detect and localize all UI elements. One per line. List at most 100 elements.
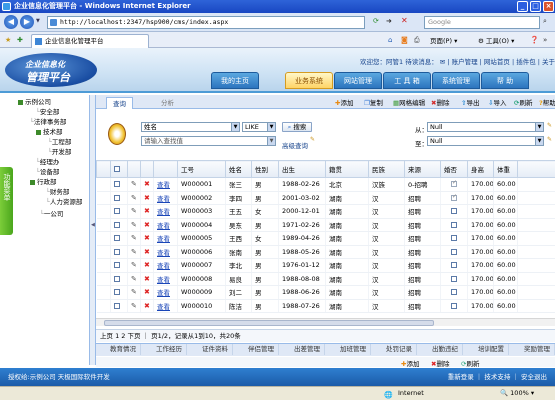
row-checkbox-cell[interactable] <box>111 286 128 300</box>
toolbar-overflow-icon[interactable]: » <box>543 36 547 44</box>
tree-node[interactable]: └财务部 <box>46 186 69 196</box>
row-checkbox[interactable] <box>114 249 120 255</box>
detail-tab[interactable]: 出勤违纪 <box>428 344 463 355</box>
row-checkbox[interactable] <box>114 222 120 228</box>
detail-tab[interactable]: 工作经历 <box>152 344 187 355</box>
grid-header-cell[interactable]: 民族 <box>369 161 405 178</box>
table-row[interactable]: ✎✖查看W000007李北男1976-01-12湖南汉招聘170.0060.00 <box>97 259 555 273</box>
close-button[interactable]: × <box>543 1 554 12</box>
row-view-link[interactable]: 查看 <box>157 181 170 189</box>
edit-pencil-icon[interactable]: ✎ <box>131 288 137 296</box>
tree-node[interactable]: └经理办 <box>36 156 59 166</box>
search-input[interactable]: Google <box>424 16 540 29</box>
horizontal-scrollbar[interactable] <box>96 318 555 326</box>
grid-header-cell[interactable]: 出生 <box>279 161 326 178</box>
home-icon[interactable]: ⌂ <box>388 36 392 44</box>
grid-header-cell[interactable]: 籍贯 <box>326 161 369 178</box>
row-checkbox-cell[interactable] <box>111 191 128 205</box>
edit-pencil-icon[interactable]: ✎ <box>131 302 137 310</box>
row-delete-icon[interactable]: ✖ <box>144 288 150 296</box>
row-view-cell[interactable]: 查看 <box>154 272 178 286</box>
row-view-link[interactable]: 查看 <box>157 195 170 203</box>
row-view-link[interactable]: 查看 <box>157 222 170 230</box>
edit-pencil-icon[interactable]: ✎ <box>131 207 137 215</box>
message-icon[interactable]: ✉ <box>440 58 445 66</box>
row-edit-cell[interactable]: ✎ <box>128 286 141 300</box>
row-view-cell[interactable]: 查看 <box>154 218 178 232</box>
favorites-star-icon[interactable]: ★ <box>5 36 11 44</box>
grid-header-cell[interactable]: 姓名 <box>226 161 252 178</box>
row-view-link[interactable]: 查看 <box>157 249 170 257</box>
tools-menu[interactable]: ⚙ 工具(O) ▾ <box>478 35 514 47</box>
row-delete-cell[interactable]: ✖ <box>141 178 154 192</box>
row-view-cell[interactable]: 查看 <box>154 205 178 219</box>
table-row[interactable]: ✎✖查看W000001张三男1988-02-26北京汉族0-招聘170.0060… <box>97 178 555 192</box>
grid-header-cell[interactable]: 性别 <box>252 161 279 178</box>
add-favorite-icon[interactable]: ✚ <box>17 36 23 44</box>
edit-pencil-icon[interactable]: ✎ <box>131 234 137 242</box>
row-delete-icon[interactable]: ✖ <box>144 234 150 242</box>
row-edit-cell[interactable]: ✎ <box>128 191 141 205</box>
edit-pencil-icon[interactable]: ✎ <box>131 248 137 256</box>
grid-header-cell[interactable] <box>154 161 178 178</box>
forward-arrow-icon[interactable]: ▶ <box>20 15 34 29</box>
table-row[interactable]: ✎✖查看W000002李四男2001-03-02湖南汉招聘170.0060.00 <box>97 191 555 205</box>
home-site-link[interactable]: 网站首页 <box>484 58 510 66</box>
row-delete-icon[interactable]: ✖ <box>144 261 150 269</box>
row-view-link[interactable]: 查看 <box>157 262 170 270</box>
main-tab-system[interactable]: 系统管理 <box>432 72 480 89</box>
stop-icon[interactable]: ✕ <box>401 16 408 25</box>
row-view-cell[interactable]: 查看 <box>154 245 178 259</box>
row-view-cell[interactable]: 查看 <box>154 178 178 192</box>
row-edit-cell[interactable]: ✎ <box>128 299 141 313</box>
row-view-cell[interactable]: 查看 <box>154 299 178 313</box>
row-view-link[interactable]: 查看 <box>157 289 170 297</box>
row-checkbox-cell[interactable] <box>111 272 128 286</box>
select-all-checkbox[interactable] <box>114 166 120 172</box>
row-checkbox-cell[interactable] <box>111 259 128 273</box>
tab-analysis[interactable]: 分析 <box>155 97 180 109</box>
tree-node[interactable]: └法律事务部 <box>30 116 66 126</box>
detail-tab[interactable]: 教育情况 <box>106 344 141 355</box>
main-tab-business[interactable]: 业务系统 <box>285 72 333 89</box>
table-row[interactable]: ✎✖查看W000010陈洁男1988-07-26湖南汉招聘170.0060.00 <box>97 299 555 313</box>
grid-header-cell[interactable]: 来源 <box>405 161 441 178</box>
tree-node[interactable]: └设备部 <box>36 166 59 176</box>
tree-node[interactable]: └开发部 <box>48 146 71 156</box>
row-view-cell[interactable]: 查看 <box>154 232 178 246</box>
row-checkbox-cell[interactable] <box>111 218 128 232</box>
main-tab-home[interactable]: 我的主页 <box>211 72 259 89</box>
about-link[interactable]: 关于 <box>542 58 555 66</box>
scrollbar-thumb[interactable] <box>104 320 434 326</box>
row-checkbox-cell[interactable] <box>111 205 128 219</box>
row-view-link[interactable]: 查看 <box>157 208 170 216</box>
grid-header-cell[interactable] <box>141 161 154 178</box>
row-checkbox[interactable] <box>114 303 120 309</box>
detail-tab[interactable]: 伴侣管理 <box>244 344 279 355</box>
detail-tab[interactable]: 培训配置 <box>474 344 509 355</box>
grid-header-checkbox[interactable] <box>111 161 128 178</box>
copy-button[interactable]: ❐复制 <box>364 98 383 108</box>
footer-links[interactable]: 重新登录 ｜ 技术支持 ｜ 安全退出 <box>448 368 547 386</box>
row-checkbox[interactable] <box>114 289 120 295</box>
account-link[interactable]: 账户管理 <box>452 58 478 66</box>
row-view-cell[interactable]: 查看 <box>154 259 178 273</box>
grid-header-cell[interactable]: 体重 <box>494 161 518 178</box>
grid-header-cell[interactable]: 身高 <box>468 161 494 178</box>
tree-node[interactable]: └工程部 <box>48 136 71 146</box>
row-delete-cell[interactable]: ✖ <box>141 299 154 313</box>
history-dropdown-icon[interactable]: ▼ <box>36 18 40 24</box>
edit-pencil-icon[interactable]: ✎ <box>131 275 137 283</box>
grid-header-cell[interactable] <box>97 161 111 178</box>
row-delete-cell[interactable]: ✖ <box>141 205 154 219</box>
grid-header-cell[interactable]: 工号 <box>178 161 226 178</box>
query-field-select[interactable]: 姓名▼ <box>141 122 240 132</box>
row-checkbox-cell[interactable] <box>111 299 128 313</box>
row-checkbox[interactable] <box>114 181 120 187</box>
delete-button[interactable]: ✖删除 <box>431 98 449 108</box>
edit-pencil-icon[interactable]: ✎ <box>131 221 137 229</box>
row-checkbox[interactable] <box>114 276 120 282</box>
detail-refresh-button[interactable]: ⟳刷新 <box>461 358 479 368</box>
grid-edit-button[interactable]: ▦网格编辑 <box>393 98 425 108</box>
import-button[interactable]: ⇩导入 <box>488 98 506 108</box>
